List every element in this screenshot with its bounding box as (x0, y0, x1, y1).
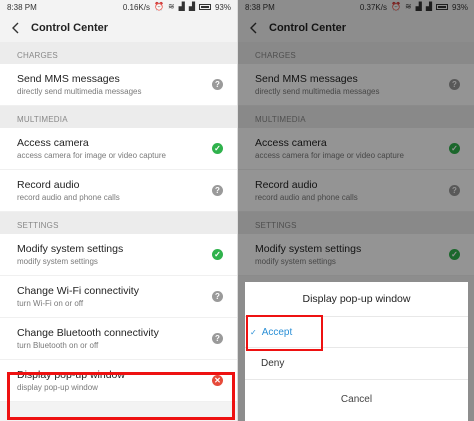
option-accept[interactable]: ✓ Accept (245, 316, 468, 348)
app-header: Control Center (0, 14, 237, 42)
section-header-multimedia: MULTIMEDIA (0, 106, 237, 128)
back-arrow-icon[interactable] (8, 21, 22, 35)
alarm-icon: ⏰ (154, 2, 164, 11)
question-icon[interactable]: ? (212, 185, 223, 196)
item-title: Change Bluetooth connectivity (17, 326, 159, 339)
status-time: 8:38 PM (7, 2, 37, 12)
section-header-charges: CHARGES (0, 42, 237, 64)
battery-percent: 93% (214, 2, 231, 12)
battery-icon (198, 4, 211, 10)
dialog-title: Display pop-up window (302, 293, 411, 305)
check-icon[interactable]: ✓ (212, 249, 223, 260)
selected-check-icon: ✓ (250, 327, 257, 337)
right-screen: 8:38 PM 0.37K/s ⏰ ≋ ▟ ▟ 93% Control Cent… (237, 0, 474, 421)
close-icon[interactable]: ✕ (212, 375, 223, 386)
option-label: Accept (261, 326, 293, 338)
permission-item-access-camera[interactable]: Access camera access camera for image or… (0, 128, 237, 170)
permission-item-record-audio[interactable]: Record audio record audio and phone call… (0, 170, 237, 212)
permission-item-modify-system-settings[interactable]: Modify system settings modify system set… (0, 234, 237, 276)
network-speed: 0.16K/s (122, 2, 150, 12)
permission-item-change-wifi[interactable]: Change Wi-Fi connectivity turn Wi-Fi on … (0, 276, 237, 318)
wifi-icon: ≋ (167, 2, 175, 11)
question-icon[interactable]: ? (212, 79, 223, 90)
cancel-button[interactable]: Cancel (245, 380, 468, 419)
item-subtitle: turn Wi-Fi on or off (17, 298, 84, 308)
item-subtitle: access camera for image or video capture (17, 150, 166, 160)
option-label: Deny (261, 358, 285, 369)
permission-item-display-popup[interactable]: Display pop-up window display pop-up win… (0, 360, 237, 402)
section-header-settings: SETTINGS (0, 212, 237, 234)
item-subtitle: directly send multimedia messages (17, 86, 142, 96)
item-subtitle: turn Bluetooth on or off (17, 340, 99, 350)
signal-icon: ▟ (178, 2, 185, 11)
permission-item-send-mms[interactable]: Send MMS messages directly send multimed… (0, 64, 237, 106)
permission-item-change-bluetooth[interactable]: Change Bluetooth connectivity turn Bluet… (0, 318, 237, 360)
status-bar: 8:38 PM 0.16K/s ⏰ ≋ ▟ ▟ 93% (0, 0, 237, 14)
item-title: Record audio (17, 178, 80, 191)
item-title: Display pop-up window (17, 368, 125, 381)
item-subtitle: record audio and phone calls (17, 192, 120, 202)
option-deny[interactable]: Deny (245, 348, 468, 380)
item-title: Access camera (17, 136, 89, 149)
check-icon[interactable]: ✓ (212, 143, 223, 154)
page-title: Control Center (31, 22, 108, 34)
signal-icon-2: ▟ (188, 2, 195, 11)
popup-permission-dialog: Display pop-up window ✓ Accept Deny Canc… (245, 282, 468, 421)
item-title: Modify system settings (17, 242, 124, 255)
item-title: Send MMS messages (17, 72, 120, 85)
item-subtitle: modify system settings (17, 256, 98, 266)
left-screen: 8:38 PM 0.16K/s ⏰ ≋ ▟ ▟ 93% Control Cent… (0, 0, 237, 421)
question-icon[interactable]: ? (212, 291, 223, 302)
item-subtitle: display pop-up window (17, 382, 98, 392)
item-title: Change Wi-Fi connectivity (17, 284, 139, 297)
question-icon[interactable]: ? (212, 333, 223, 344)
